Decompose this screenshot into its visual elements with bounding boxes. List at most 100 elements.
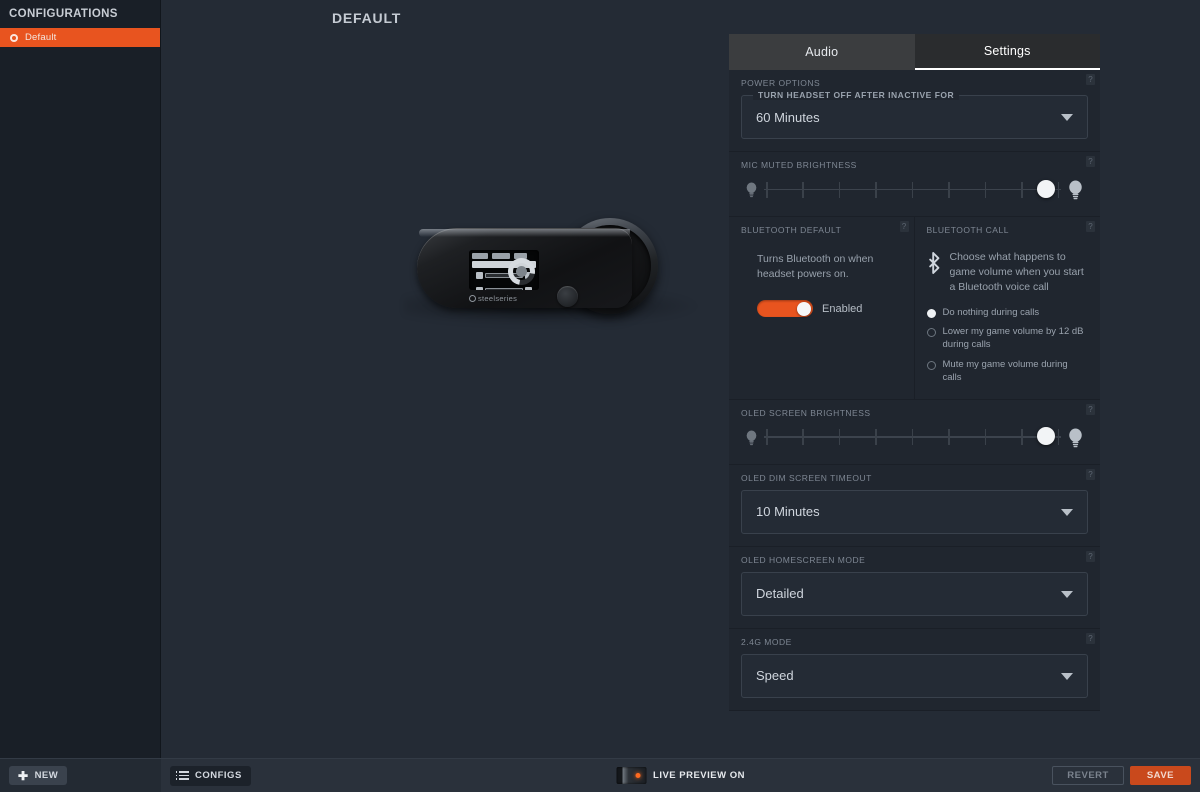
dropdown-turn-headset-off[interactable]: TURN HEADSET OFF AFTER INACTIVE FOR 60 M… <box>741 90 1088 139</box>
radio-label: Do nothing during calls <box>942 306 1040 318</box>
oled-level-bar <box>484 288 523 290</box>
help-icon[interactable]: ? <box>1086 403 1095 415</box>
bulb-dim-icon <box>746 182 757 198</box>
page-title: DEFAULT <box>332 10 402 26</box>
sidebar-item-label: Default <box>25 32 57 43</box>
slider-tick <box>911 181 914 198</box>
bluetooth-default-toggle-row: Enabled <box>757 300 902 318</box>
dropdown-oled-homescreen-mode[interactable]: Detailed <box>741 571 1088 616</box>
bulb-bright-icon <box>1069 180 1082 200</box>
slider-tick <box>838 429 841 446</box>
chevron-down-icon <box>1061 672 1073 680</box>
radio-icon <box>926 361 936 371</box>
slider-tick <box>875 429 877 446</box>
main-content: DEFAULT steelseries Audio Settings ? POW… <box>161 0 1200 758</box>
dropdown-label: TURN HEADSET OFF AFTER INACTIVE FOR <box>753 90 960 100</box>
dropdown-value: Detailed <box>756 586 804 602</box>
tab-audio[interactable]: Audio <box>729 34 915 70</box>
help-icon[interactable]: ? <box>899 221 909 232</box>
section-oled-screen-brightness: ? OLED SCREEN BRIGHTNESS <box>729 399 1100 465</box>
slider-track[interactable] <box>764 179 1061 200</box>
slider-tick <box>984 429 987 446</box>
dropdown-value: Speed <box>756 668 794 684</box>
radio-option-mute-volume[interactable]: Mute my game volume during calls <box>926 359 1089 385</box>
configs-button[interactable]: CONFIGS <box>170 765 251 786</box>
slider-ticks <box>764 429 1061 446</box>
steelseries-mark-icon <box>468 295 476 302</box>
list-icon <box>175 771 189 780</box>
slider-track[interactable] <box>764 427 1061 447</box>
radio-option-do-nothing[interactable]: Do nothing during calls <box>926 306 1089 320</box>
sidebar-item-default[interactable]: Default <box>0 28 160 47</box>
dropdown-oled-dim-timeout[interactable]: 10 Minutes <box>741 489 1088 534</box>
bluetooth-call-header: Choose what happens to game volume when … <box>927 242 1089 296</box>
radio-icon <box>926 328 936 338</box>
section-mic-muted-brightness: ? MIC MUTED BRIGHTNESS <box>729 152 1100 217</box>
section-power-options: ? POWER OPTIONS TURN HEADSET OFF AFTER I… <box>729 70 1100 152</box>
slider-tick <box>948 429 950 446</box>
help-icon[interactable]: ? <box>1086 221 1095 232</box>
bluetooth-default-description: Turns Bluetooth on when headset powers o… <box>757 253 874 281</box>
gamedac-device-illustration: steelseries <box>403 218 704 326</box>
section-title: MIC MUTED BRIGHTNESS <box>741 160 857 170</box>
section-title: OLED DIM SCREEN TIMEOUT <box>741 472 872 483</box>
bluetooth-icon <box>928 252 939 274</box>
section-title: BLUETOOTH CALL <box>926 225 1009 235</box>
bluetooth-default-toggle[interactable] <box>757 300 813 318</box>
bluetooth-call-options: Do nothing during calls Lower my game vo… <box>926 306 1089 385</box>
slider-knob[interactable] <box>1037 179 1055 198</box>
oled-chip <box>491 253 510 259</box>
device-button <box>556 286 578 307</box>
section-oled-dim-screen-timeout: ? OLED DIM SCREEN TIMEOUT 10 Minutes <box>729 464 1100 547</box>
configurations-sidebar: CONFIGURATIONS Default <box>0 0 161 758</box>
new-button-label: NEW <box>34 770 59 781</box>
new-configuration-button[interactable]: ✚ NEW <box>9 766 68 785</box>
bottom-bar-right: CONFIGS LIVE PREVIEW ON REVERT SAVE <box>161 758 1200 792</box>
tab-settings[interactable]: Settings <box>914 34 1100 70</box>
plus-icon: ✚ <box>18 768 29 783</box>
slider-tick <box>766 181 768 198</box>
slider-tick <box>875 181 877 198</box>
brand-logo: steelseries <box>468 294 518 303</box>
device-preview-icon <box>616 767 647 784</box>
slider-mic-muted-brightness[interactable] <box>741 177 1088 204</box>
help-icon[interactable]: ? <box>1086 632 1095 644</box>
device-body: steelseries <box>416 228 632 308</box>
oled-status-row <box>469 250 539 259</box>
oled-chip <box>471 253 488 259</box>
bulb-dim-icon <box>746 430 757 445</box>
save-button[interactable]: SAVE <box>1129 766 1191 785</box>
section-24g-mode: ? 2.4G MODE Speed <box>729 628 1100 711</box>
toggle-label: Enabled <box>822 302 863 315</box>
configs-button-label: CONFIGS <box>195 770 242 781</box>
dropdown-value: 60 Minutes <box>756 109 820 125</box>
live-preview-indicator[interactable]: LIVE PREVIEW ON <box>616 767 745 784</box>
slider-tick <box>1057 181 1059 198</box>
sidebar-header: CONFIGURATIONS <box>9 8 118 20</box>
help-icon[interactable]: ? <box>1086 156 1095 167</box>
radio-icon <box>926 308 936 318</box>
dropdown-value: 10 Minutes <box>756 504 820 520</box>
main-layout: CONFIGURATIONS Default DEFAULT steelseri… <box>0 0 1200 758</box>
product-preview: steelseries <box>341 60 731 680</box>
help-icon[interactable]: ? <box>1086 74 1095 85</box>
help-icon[interactable]: ? <box>1086 550 1095 562</box>
dropdown-24g-mode[interactable]: Speed <box>741 653 1088 698</box>
bottom-bar: ✚ NEW CONFIGS LIVE PREVIEW ON REVERT SAV… <box>0 758 1200 792</box>
toggle-thumb <box>797 301 811 316</box>
section-bluetooth: ? BLUETOOTH DEFAULT Turns Bluetooth on w… <box>729 217 1100 400</box>
slider-oled-screen-brightness[interactable] <box>741 425 1088 452</box>
revert-button[interactable]: REVERT <box>1052 766 1124 785</box>
config-dot-icon <box>10 33 18 42</box>
bluetooth-call-description: Choose what happens to game volume when … <box>949 251 1084 294</box>
help-icon[interactable]: ? <box>1086 468 1095 480</box>
slider-tick <box>802 429 804 446</box>
live-preview-label: LIVE PREVIEW ON <box>653 770 745 781</box>
section-bluetooth-default: ? BLUETOOTH DEFAULT Turns Bluetooth on w… <box>729 217 915 399</box>
bottom-bar-left: ✚ NEW <box>0 758 161 792</box>
slider-tick <box>948 181 950 198</box>
radio-option-lower-volume[interactable]: Lower my game volume by 12 dB during cal… <box>926 326 1089 352</box>
chevron-down-icon <box>1061 508 1073 516</box>
oled-slider-row <box>472 285 536 290</box>
configurations-list: Default <box>0 28 160 758</box>
